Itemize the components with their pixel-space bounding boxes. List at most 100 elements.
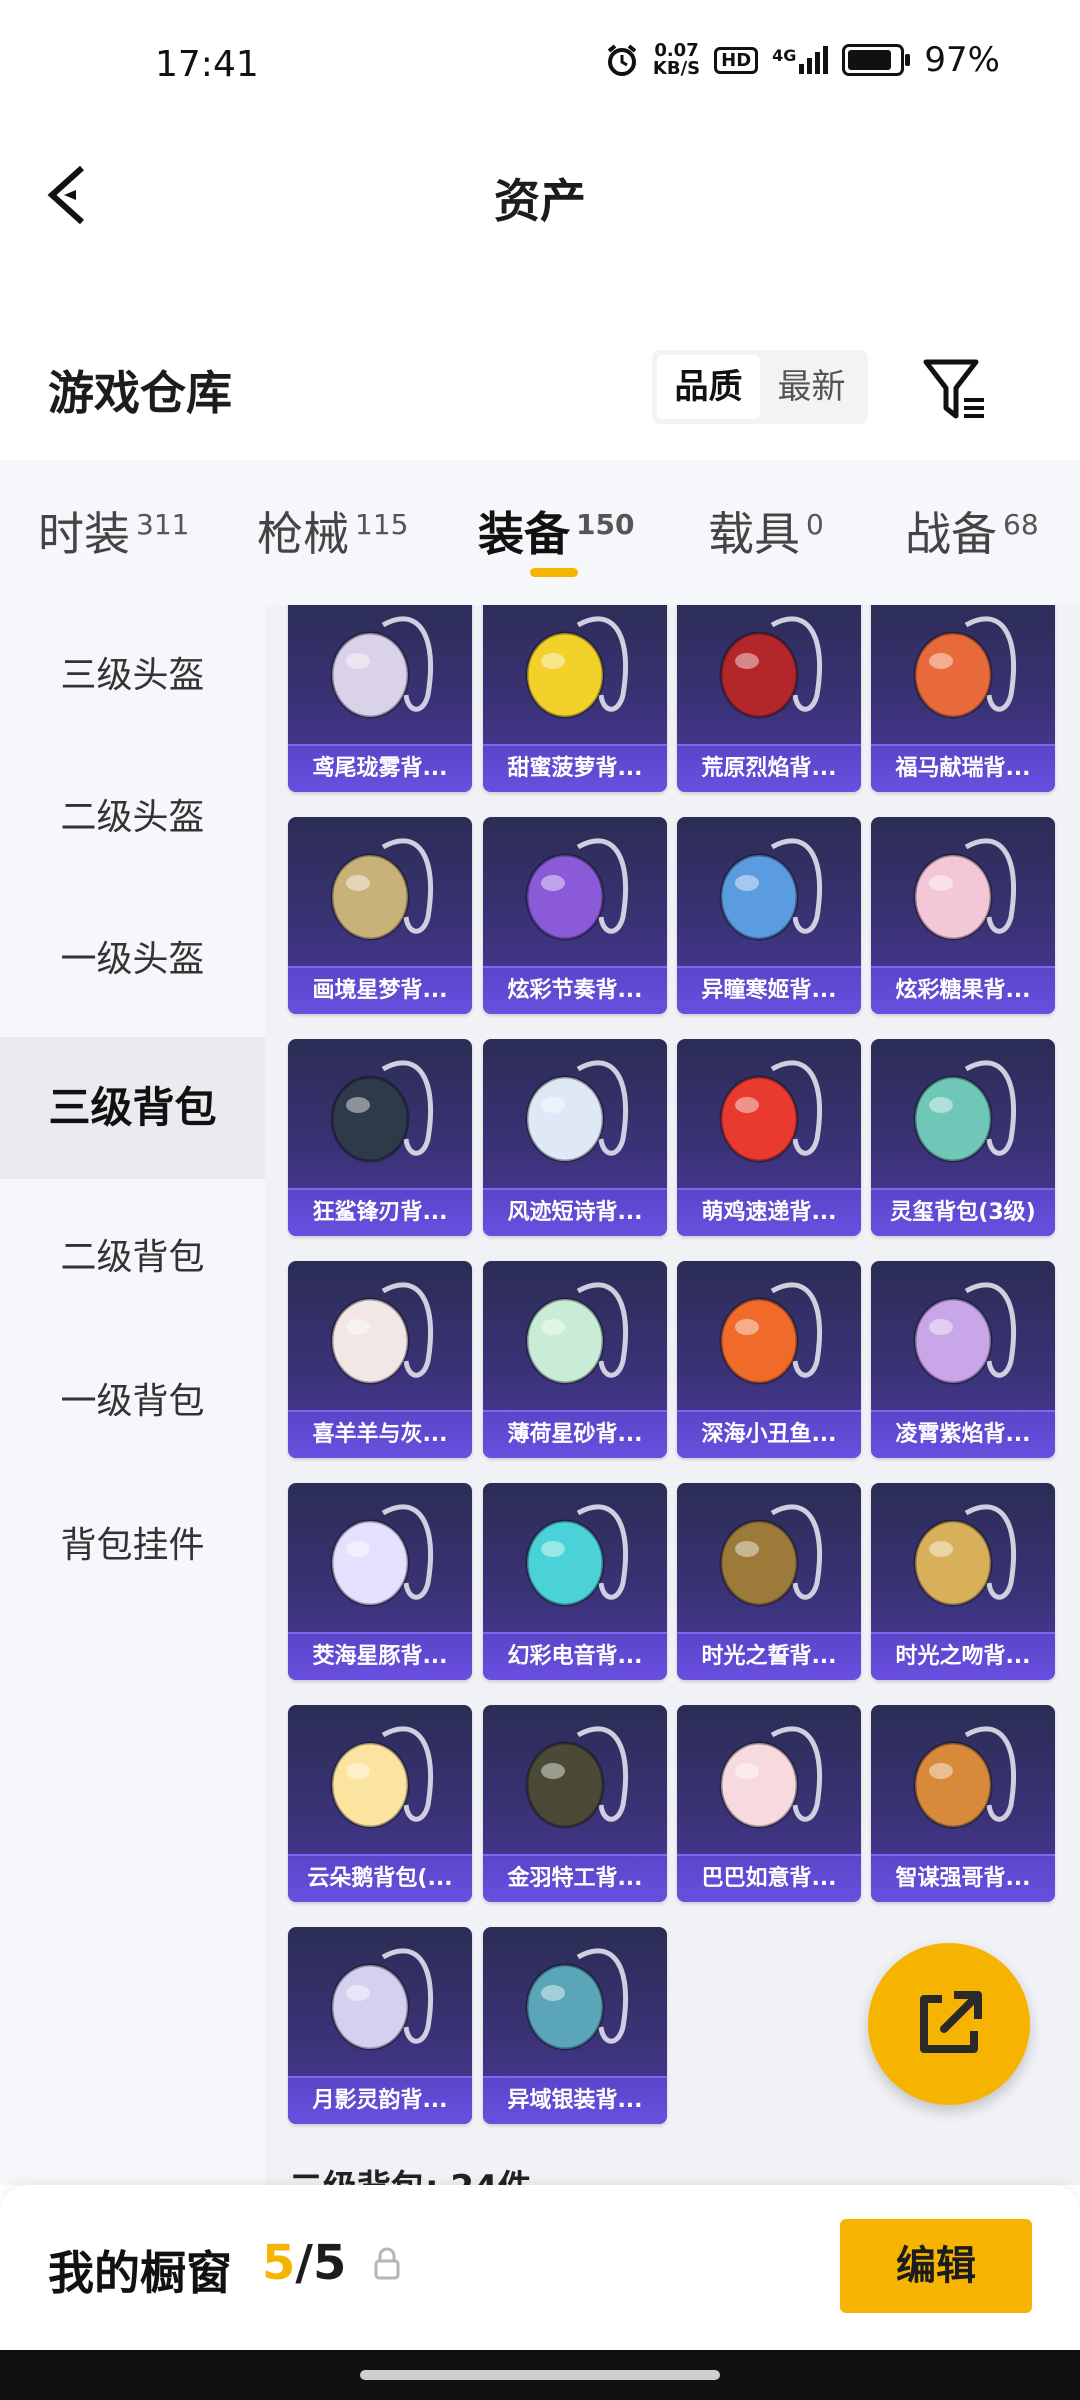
item-name: 月影灵韵背... xyxy=(288,2076,472,2124)
status-time: 17:41 xyxy=(155,44,259,85)
signal-icon: 4G xyxy=(772,46,829,74)
item-card[interactable]: 深海小丑鱼... xyxy=(677,1261,861,1458)
status-icons: 0.07 KB/S HD 4G 97% xyxy=(605,40,1000,80)
sidebar-item-lv3-backpack[interactable]: 三级背包 xyxy=(0,1037,265,1179)
battery-icon xyxy=(842,44,911,76)
item-name: 智谋强哥背... xyxy=(871,1854,1055,1902)
item-card[interactable]: 智谋强哥背... xyxy=(871,1705,1055,1902)
tab-label: 枪械 xyxy=(257,507,349,561)
item-name: 福马献瑞背... xyxy=(871,744,1055,792)
showcase-count: 5/5 xyxy=(262,2235,346,2291)
showcase-total: 5 xyxy=(312,2235,347,2291)
share-icon xyxy=(920,1991,982,2053)
item-card[interactable]: 炫彩节奏背... xyxy=(483,817,667,1014)
item-name: 荒原烈焰背... xyxy=(677,744,861,792)
tab-count: 311 xyxy=(136,507,190,541)
item-card[interactable]: 福马献瑞背... xyxy=(871,605,1055,792)
sidebar-item-backpack-charm[interactable]: 背包挂件 xyxy=(0,1475,265,1617)
backpack-image xyxy=(330,838,434,941)
item-card[interactable]: 灵玺背包(3级) xyxy=(871,1039,1055,1236)
tab-vehicles[interactable]: 载具 0 xyxy=(708,498,824,564)
backpack-image xyxy=(719,838,823,941)
backpack-image xyxy=(330,1504,434,1607)
backpack-image xyxy=(525,616,629,719)
tab-firearms[interactable]: 枪械 115 xyxy=(257,498,408,564)
system-nav-bar xyxy=(0,2350,1080,2400)
share-button[interactable] xyxy=(868,1943,1030,2105)
active-tab-indicator xyxy=(530,568,578,577)
item-name: 深海小丑鱼... xyxy=(677,1410,861,1458)
header: 资产 xyxy=(0,120,1080,260)
tab-equipment[interactable]: 装备 150 xyxy=(478,498,634,564)
item-card[interactable]: 画境星梦背... xyxy=(288,817,472,1014)
tab-count: 115 xyxy=(355,507,409,541)
backpack-image xyxy=(913,616,1017,719)
item-card[interactable]: 狂鲨锋刃背... xyxy=(288,1039,472,1236)
item-card[interactable]: 时光之誓背... xyxy=(677,1483,861,1680)
item-card[interactable]: 巴巴如意背... xyxy=(677,1705,861,1902)
item-card[interactable]: 金羽特工背... xyxy=(483,1705,667,1902)
item-card[interactable]: 异瞳寒姬背... xyxy=(677,817,861,1014)
backpack-image xyxy=(719,1060,823,1163)
tab-label: 载具 xyxy=(708,507,800,561)
item-card[interactable]: 月影灵韵背... xyxy=(288,1927,472,2124)
battery-percent: 97% xyxy=(924,40,1000,80)
item-card[interactable]: 萌鸡速递背... xyxy=(677,1039,861,1236)
hd-icon: HD xyxy=(714,46,759,74)
backpack-image xyxy=(719,1726,823,1829)
item-card[interactable]: 风迹短诗背... xyxy=(483,1039,667,1236)
backpack-image xyxy=(330,1726,434,1829)
backpack-image xyxy=(913,1282,1017,1385)
showcase-separator: / xyxy=(295,2235,313,2291)
item-card[interactable]: 幻彩电音背... xyxy=(483,1483,667,1680)
item-name: 云朵鹅背包(... xyxy=(288,1854,472,1902)
filter-icon[interactable] xyxy=(920,354,990,424)
item-card[interactable]: 薄荷星砂背... xyxy=(483,1261,667,1458)
item-name: 灵玺背包(3级) xyxy=(871,1188,1055,1236)
item-card[interactable]: 云朵鹅背包(... xyxy=(288,1705,472,1902)
sidebar-item-lv2-backpack[interactable]: 二级背包 xyxy=(0,1187,265,1329)
item-card[interactable]: 茭海星豚背... xyxy=(288,1483,472,1680)
backpack-image xyxy=(525,838,629,941)
item-card[interactable]: 异域银装背... xyxy=(483,1927,667,2124)
tab-count: 150 xyxy=(576,507,635,541)
backpack-image xyxy=(719,1504,823,1607)
showcase-current: 5 xyxy=(262,2235,296,2291)
item-card[interactable]: 鸢尾珑雾背... xyxy=(288,605,472,792)
lock-icon xyxy=(374,2247,400,2280)
sidebar-item-lv1-helmet[interactable]: 一级头盔 xyxy=(0,889,265,1031)
item-card[interactable]: 荒原烈焰背... xyxy=(677,605,861,792)
item-name: 画境星梦背... xyxy=(288,966,472,1014)
sidebar-item-lv2-helmet[interactable]: 二级头盔 xyxy=(0,747,265,889)
backpack-image xyxy=(525,1060,629,1163)
backpack-image xyxy=(913,1504,1017,1607)
tab-count: 0 xyxy=(806,507,824,541)
item-card[interactable]: 时光之吻背... xyxy=(871,1483,1055,1680)
edit-button[interactable]: 编辑 xyxy=(840,2219,1032,2313)
backpack-image xyxy=(525,1726,629,1829)
item-name: 喜羊羊与灰... xyxy=(288,1410,472,1458)
backpack-image xyxy=(719,1282,823,1385)
sort-quality-button[interactable]: 品质 xyxy=(657,355,760,419)
item-card[interactable]: 炫彩糖果背... xyxy=(871,817,1055,1014)
item-card[interactable]: 甜蜜菠萝背... xyxy=(483,605,667,792)
backpack-image xyxy=(330,1282,434,1385)
sort-newest-button[interactable]: 最新 xyxy=(760,355,863,419)
section-header-lv2-backpack: 二级背包: 24件 xyxy=(289,2160,532,2185)
backpack-image xyxy=(330,1948,434,2051)
tab-fashion[interactable]: 时装 311 xyxy=(38,498,189,564)
item-name: 茭海星豚背... xyxy=(288,1632,472,1680)
item-card[interactable]: 喜羊羊与灰... xyxy=(288,1261,472,1458)
sidebar-item-lv1-backpack[interactable]: 一级背包 xyxy=(0,1331,265,1473)
item-card[interactable]: 凌霄紫焰背... xyxy=(871,1261,1055,1458)
category-sidebar: 三级头盔 二级头盔 一级头盔 三级背包 二级背包 一级背包 背包挂件 xyxy=(0,605,265,2185)
backpack-image xyxy=(525,1948,629,2051)
status-bar: 17:41 0.07 KB/S HD 4G 97% xyxy=(0,0,1080,120)
page-title: 资产 xyxy=(494,174,586,228)
net-speed-unit: KB/S xyxy=(652,58,701,79)
home-indicator[interactable] xyxy=(360,2370,720,2380)
tab-supplies[interactable]: 战备 68 xyxy=(905,498,1039,564)
item-name: 薄荷星砂背... xyxy=(483,1410,667,1458)
sidebar-item-lv3-helmet[interactable]: 三级头盔 xyxy=(0,605,265,747)
signal-label: 4G xyxy=(772,46,797,65)
